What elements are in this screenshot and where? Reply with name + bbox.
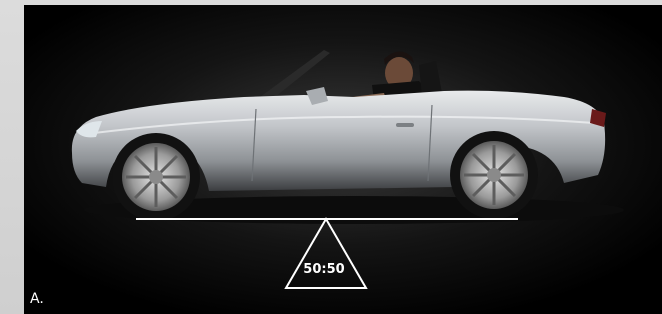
page-frame: 50:50 A. <box>0 0 662 314</box>
figure-caption: A. <box>30 291 44 307</box>
front-wheel <box>112 133 200 221</box>
rear-wheel <box>450 131 538 219</box>
balance-ratio-label: 50:50 <box>303 262 345 277</box>
